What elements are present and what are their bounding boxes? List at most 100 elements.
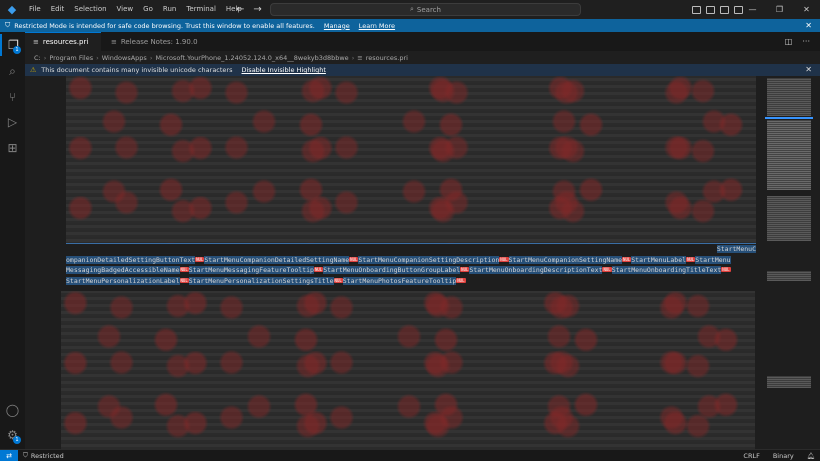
minimap[interactable] [765,76,813,449]
code-text: StartMenuC [716,245,756,253]
forward-arrow-icon[interactable]: → [253,4,261,15]
menu-view[interactable]: View [112,0,139,19]
minimap-content [767,120,811,190]
close-banner-icon[interactable]: ✕ [805,19,812,32]
menu-file[interactable]: File [24,0,46,19]
breadcrumb-item[interactable]: Microsoft.YourPhone_1.24052.124.0_x64__8… [155,54,348,62]
restricted-mode-banner: ⛉ Restricted Mode is intended for safe c… [0,19,820,32]
invisible-unicode-warning: ⚠ This document contains many invisible … [25,64,820,76]
menu-edit[interactable]: Edit [46,0,70,19]
control-char: NUL [195,256,205,262]
status-bar: ⇄ ⛉ Restricted CRLF Binary 🔔︎ [0,449,820,461]
toggle-primary-sidebar-icon[interactable] [692,5,701,14]
minimap-selection-marker [765,117,813,119]
settings-badge: 1 [13,436,21,444]
toggle-secondary-sidebar-icon[interactable] [720,5,729,14]
vertical-scrollbar[interactable] [813,76,820,449]
minimap-content [767,376,811,388]
control-char: NUL [313,267,324,272]
code-line: StartMenuC [66,244,756,255]
toggle-panel-icon[interactable] [706,5,715,14]
menu-terminal[interactable]: Terminal [181,0,221,19]
shield-icon: ⛉ [5,21,11,29]
manage-gear-icon[interactable]: ⚙ 1 [0,424,25,446]
eol-status[interactable]: CRLF [743,452,759,460]
obscured-content-bottom [61,291,755,449]
code-text: StartMenuPhotosFeatureTooltip [342,276,457,285]
code-text: StartMenuLabel [631,255,687,264]
breadcrumb: C: › Program Files › WindowsApps › Micro… [25,51,820,64]
chevron-right-icon: › [149,53,153,62]
code-line: StartMenuPersonalizationLabelNULStartMen… [66,276,756,287]
control-char: NUL [721,267,731,272]
chevron-right-icon: › [96,53,99,62]
explorer-icon[interactable]: ❐ 1 [0,34,25,56]
control-char: NUL [499,256,509,262]
breadcrumb-item[interactable]: Program Files [49,54,93,62]
menu-selection[interactable]: Selection [69,0,111,19]
command-center-search[interactable]: ⌕ Search [270,3,581,16]
restricted-label: Restricted [30,451,64,460]
control-char: NUL [179,277,189,283]
notifications-bell-icon[interactable]: 🔔︎ [807,452,815,460]
encoding-status[interactable]: Binary [773,452,794,460]
chevron-right-icon: › [43,53,47,62]
breadcrumb-item[interactable]: C: [34,54,41,62]
minimap-content [767,78,811,116]
close-window-button[interactable]: ✕ [793,0,820,19]
editor-actions: ◫ ··· [785,32,810,51]
editor-tabs: ≡ resources.pri ≡ Release Notes: 1.90.0 … [25,32,820,51]
tab-release-notes[interactable]: ≡ Release Notes: 1.90.0 [103,32,213,51]
code-text: StartMenu [695,255,731,264]
control-char: NUL [686,256,696,262]
code-lines: StartMenuC ompanionDetailedSettingButton… [66,244,756,291]
title-bar: ◆ File Edit Selection View Go Run Termin… [0,0,820,19]
file-icon: ≡ [33,38,39,46]
minimize-button[interactable]: — [739,0,766,19]
restore-button[interactable]: ❐ [766,0,793,19]
learn-more-link[interactable]: Learn More [359,22,395,30]
control-char: NUL [622,256,632,262]
menu-bar: File Edit Selection View Go Run Terminal… [24,0,247,19]
window-controls: — ❐ ✕ [739,0,820,19]
extensions-icon[interactable]: ⊞ [0,137,25,159]
code-text: StartMenuPersonalizationSettingsTitle [188,276,334,285]
navigation-arrows: ← → [236,0,262,19]
control-char: NUL [333,277,343,283]
breadcrumb-item[interactable]: WindowsApps [102,54,147,62]
disable-highlight-link[interactable]: Disable Invisible Highlight [242,66,326,74]
manage-link[interactable]: Manage [324,22,350,30]
code-line: ompanionDetailedSettingButtonTextNULStar… [66,255,756,266]
code-text: StartMenuCompanionSettingName [508,255,623,264]
warning-icon: ⚠ [30,66,37,74]
more-actions-icon[interactable]: ··· [802,37,810,46]
run-debug-icon[interactable]: ▷ [0,111,25,133]
line-number-gutter [25,76,61,449]
back-arrow-icon[interactable]: ← [236,4,244,15]
vscode-logo-icon: ◆ [7,3,17,16]
code-text: StartMenuMessagingFeatureTooltip [188,266,314,274]
split-editor-icon[interactable]: ◫ [785,37,793,46]
shield-icon: ⛉ [23,451,28,459]
control-char: NUL [456,277,466,283]
menu-run[interactable]: Run [158,0,181,19]
tab-label: resources.pri [42,38,89,46]
search-icon: ⌕ [410,5,414,13]
close-warning-icon[interactable]: ✕ [805,64,812,76]
banner-text: Restricted Mode is intended for safe cod… [14,21,315,30]
remote-indicator-icon[interactable]: ⇄ [0,449,18,461]
code-text: StartMenuPersonalizationLabel [66,276,180,285]
source-control-icon[interactable]: ⑂ [0,86,25,108]
tab-resources-pri[interactable]: ≡ resources.pri [25,32,101,51]
search-label: Search [416,5,441,14]
search-view-icon[interactable]: ⌕ [0,60,25,82]
breadcrumb-item[interactable]: resources.pri [366,54,408,62]
accounts-icon[interactable]: ◯ [0,399,25,421]
tab-label: Release Notes: 1.90.0 [120,37,198,46]
editor-area[interactable]: StartMenuC ompanionDetailedSettingButton… [25,76,765,449]
layout-controls [692,0,743,19]
code-line: MessagingBadgedAccessibleNameNULStartMen… [66,265,756,276]
menu-go[interactable]: Go [138,0,158,19]
restricted-mode-status[interactable]: ⛉ Restricted [18,451,69,460]
control-char: NUL [602,267,612,272]
